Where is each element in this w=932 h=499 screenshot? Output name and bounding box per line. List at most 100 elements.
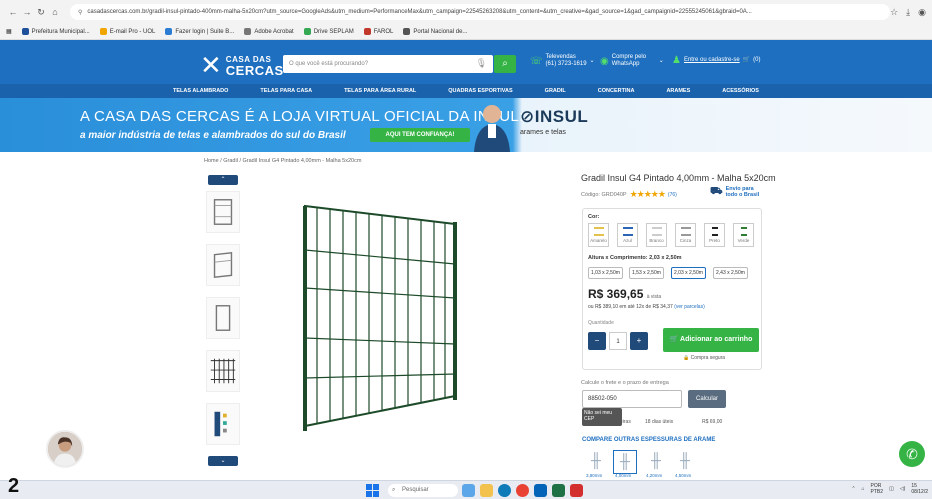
breadcrumb[interactable]: Home / Gradil / Gradil Insul G4 Pintado … — [204, 158, 361, 164]
cep-input[interactable]: 88502-050 — [582, 390, 682, 408]
language-indicator[interactable]: POR PTB2 — [871, 483, 884, 495]
thumbnail-3[interactable] — [206, 297, 240, 339]
bookmark-item[interactable]: Adobe Acrobat — [244, 28, 294, 35]
site-info-icon[interactable]: ⚲ — [78, 9, 82, 16]
calculate-button[interactable]: Calcular — [688, 390, 726, 408]
back-icon[interactable]: ← — [6, 7, 20, 17]
search-placeholder: O que você está procurando? — [289, 61, 369, 67]
wifi-icon[interactable]: ◫ — [889, 486, 894, 492]
rating-stars[interactable]: ★★★★★ — [630, 189, 666, 200]
compare-option-selected[interactable]: ╫ — [613, 450, 637, 474]
network-icon[interactable]: ⌂ — [862, 486, 865, 492]
search-icon: ⌕ — [502, 58, 508, 69]
bookmark-item[interactable]: Drive SEPLAM — [303, 28, 354, 35]
shipping-option-price: R$ 69,00 — [702, 419, 723, 425]
compare-option[interactable]: ╫ — [644, 450, 668, 474]
size-option[interactable]: 2,43 x 2,50m — [713, 267, 748, 279]
cart-icon[interactable]: 🛒 — [743, 57, 750, 64]
chrome-icon[interactable] — [516, 484, 529, 497]
excel-icon[interactable] — [552, 484, 565, 497]
quantity-input[interactable]: 1 — [609, 332, 627, 350]
clock[interactable]: 15 08/12/2 — [911, 483, 928, 495]
thumbnail-4[interactable] — [206, 350, 240, 392]
mascot-image — [474, 105, 510, 152]
add-to-cart-button[interactable]: 🛒 Adicionar ao carrinho — [663, 328, 759, 352]
login-link[interactable]: ♟ Entre ou cadastre-se 🛒 (0) — [672, 56, 761, 66]
bookmark-item[interactable]: FAROL — [363, 28, 393, 35]
size-option[interactable]: 1,03 x 2,50m — [588, 267, 623, 279]
televendas-link[interactable]: ☏ Televendas (61) 3723-1619 ⌄ — [530, 54, 595, 68]
secure-label: Compra segura — [690, 355, 726, 361]
nav-item[interactable]: ACESSÓRIOS — [706, 84, 775, 98]
home-icon[interactable]: ⌂ — [48, 7, 62, 17]
profile-icon[interactable]: ◉ — [918, 7, 926, 18]
bookmark-item[interactable]: Fazer login | Suite B... — [165, 28, 234, 35]
color-swatch[interactable]: Branco — [646, 223, 667, 247]
nav-item[interactable]: QUADRAS ESPORTIVAS — [432, 84, 528, 98]
shipping-badge: ⛟ Envio para todo o Brasil — [710, 186, 759, 198]
volume-icon[interactable]: ◁) — [900, 486, 906, 492]
download-icon[interactable]: ⤓ — [906, 7, 910, 18]
promo-banner[interactable]: A CASA DAS CERCAS É A LOJA VIRTUAL OFICI… — [0, 98, 932, 152]
search-input[interactable]: O que você está procurando? 🎙 — [283, 55, 493, 73]
cart-icon: 🛒 — [669, 336, 679, 343]
nav-item[interactable]: TELAS ALAMBRADO — [157, 84, 244, 98]
installment-link[interactable]: (ver parcelas) — [674, 304, 705, 310]
landscape-icon[interactable] — [462, 484, 475, 497]
quantity-label: Quantidade — [588, 320, 614, 326]
windows-start-icon[interactable] — [366, 484, 379, 497]
acrobat-icon[interactable] — [570, 484, 583, 497]
increase-button[interactable]: + — [630, 332, 648, 350]
color-swatch[interactable]: Cinza — [675, 223, 696, 247]
thumbnail-1[interactable] — [206, 191, 240, 233]
trust-button[interactable]: AQUI TEM CONFIANÇA! — [370, 128, 470, 142]
url-text: casadascercas.com.br/gradil-insul-pintad… — [87, 9, 752, 15]
product-main-image[interactable] — [255, 178, 515, 448]
bookmark-item[interactable]: Portal Nacional de... — [403, 28, 467, 35]
url-field[interactable]: ⚲ casadascercas.com.br/gradil-insul-pint… — [70, 4, 890, 20]
search-icon: ⌕ — [392, 487, 396, 493]
reload-icon[interactable]: ↻ — [34, 7, 48, 18]
cep-tooltip[interactable]: Não sei meu CEP — [582, 408, 622, 426]
color-swatch[interactable]: Preto — [704, 223, 725, 247]
color-swatch[interactable]: Azul — [617, 223, 638, 247]
site-logo[interactable]: ✕ CASA DAS CERCAS — [200, 53, 284, 79]
search-button[interactable]: ⌕ — [494, 55, 516, 73]
decrease-button[interactable]: − — [588, 332, 606, 350]
compare-option[interactable]: ╫ — [584, 450, 608, 474]
nav-item[interactable]: TELAS PARA CASA — [244, 84, 328, 98]
compare-option[interactable]: ╫ — [673, 450, 697, 474]
star-icon[interactable]: ☆ — [890, 7, 898, 18]
whatsapp-label: Compre pelo WhatsApp — [611, 54, 647, 67]
forward-icon[interactable]: → — [20, 7, 34, 17]
color-swatch[interactable]: Amarelo — [588, 223, 609, 247]
microphone-icon[interactable]: 🎙 — [476, 58, 487, 69]
size-option[interactable]: 1,53 x 2,50m — [629, 267, 664, 279]
file-explorer-icon[interactable] — [480, 484, 493, 497]
whatsapp-link[interactable]: ◉ Compre pelo WhatsApp ⌄ — [600, 54, 664, 68]
nav-item[interactable]: GRADIL — [529, 84, 582, 98]
shipping-option-days: 18 dias úteis — [645, 419, 674, 425]
thumbnail-5[interactable] — [206, 403, 240, 445]
size-option-selected[interactable]: 2,03 x 2,50m — [671, 267, 706, 279]
thumbnail-2[interactable] — [206, 244, 240, 286]
apps-icon[interactable]: ▦ — [6, 28, 12, 35]
whatsapp-float-button[interactable]: ✆ — [899, 441, 925, 467]
chevron-up-icon[interactable]: ⌃ — [208, 175, 238, 185]
edge-icon[interactable] — [498, 484, 511, 497]
chat-avatar[interactable] — [46, 430, 84, 468]
taskbar-search[interactable]: ⌕ Pesquisar — [388, 484, 458, 497]
bookmark-item[interactable]: Prefeitura Municipal... — [21, 28, 90, 35]
color-swatch[interactable]: Verde — [733, 223, 754, 247]
chevron-down-icon[interactable]: ⌄ — [208, 456, 238, 466]
review-count[interactable]: (76) — [668, 192, 677, 198]
size-label: Altura x Comprimento: 2,03 x 2,50m — [588, 255, 682, 261]
truck-icon: ⛟ — [710, 186, 723, 197]
bookmark-item[interactable]: E-mail Pro - UOL — [99, 28, 155, 35]
tray-chevron-icon[interactable]: ⌃ — [851, 486, 855, 492]
nav-item[interactable]: TELAS PARA ÁREA RURAL — [328, 84, 432, 98]
cart-count: (0) — [753, 57, 761, 63]
nav-item[interactable]: CONCERTINA — [582, 84, 651, 98]
nav-item[interactable]: ARAMES — [650, 84, 706, 98]
outlook-icon[interactable] — [534, 484, 547, 497]
